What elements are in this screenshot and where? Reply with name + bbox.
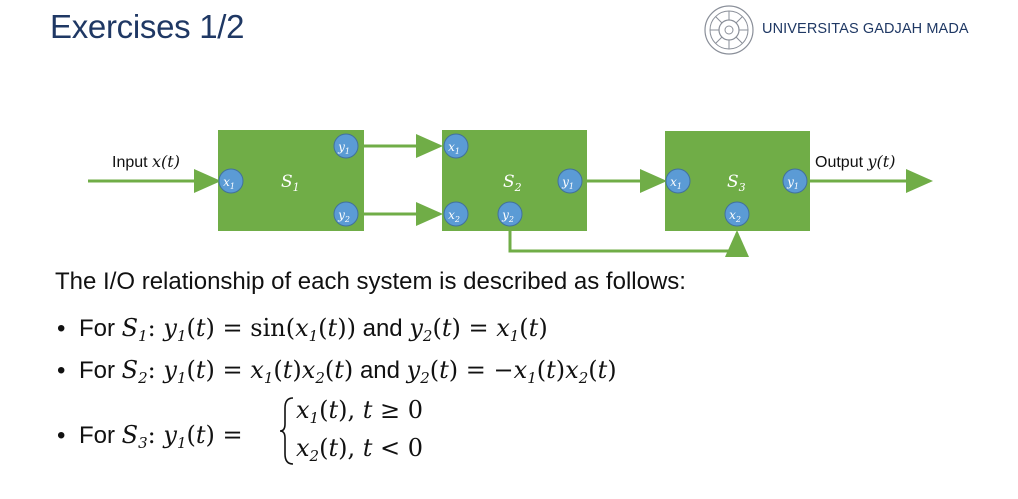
bullet-s1: • For S1: y1(t) = sin(x1(t)) and y2(t) = … [57,314,548,345]
case-1: x1(t), t ≥ 0 [296,396,424,427]
input-label: Input x(t) [112,152,180,171]
intro-text: The I/O relationship of each system is d… [55,268,686,295]
block-diagram: x1 y1 y2 x1 x2 y1 y2 x1 x2 y1 S1 S2 S3 I… [88,130,933,257]
output-label: Output y(t) [815,152,895,171]
bullet-s3: • For S3: y1(t) = [57,421,243,452]
case-2: x2(t), t < 0 [296,434,424,465]
left-brace [279,397,294,465]
bullet-s2: • For S2: y1(t) = x1(t)x2(t) and y2(t) = … [57,356,617,387]
